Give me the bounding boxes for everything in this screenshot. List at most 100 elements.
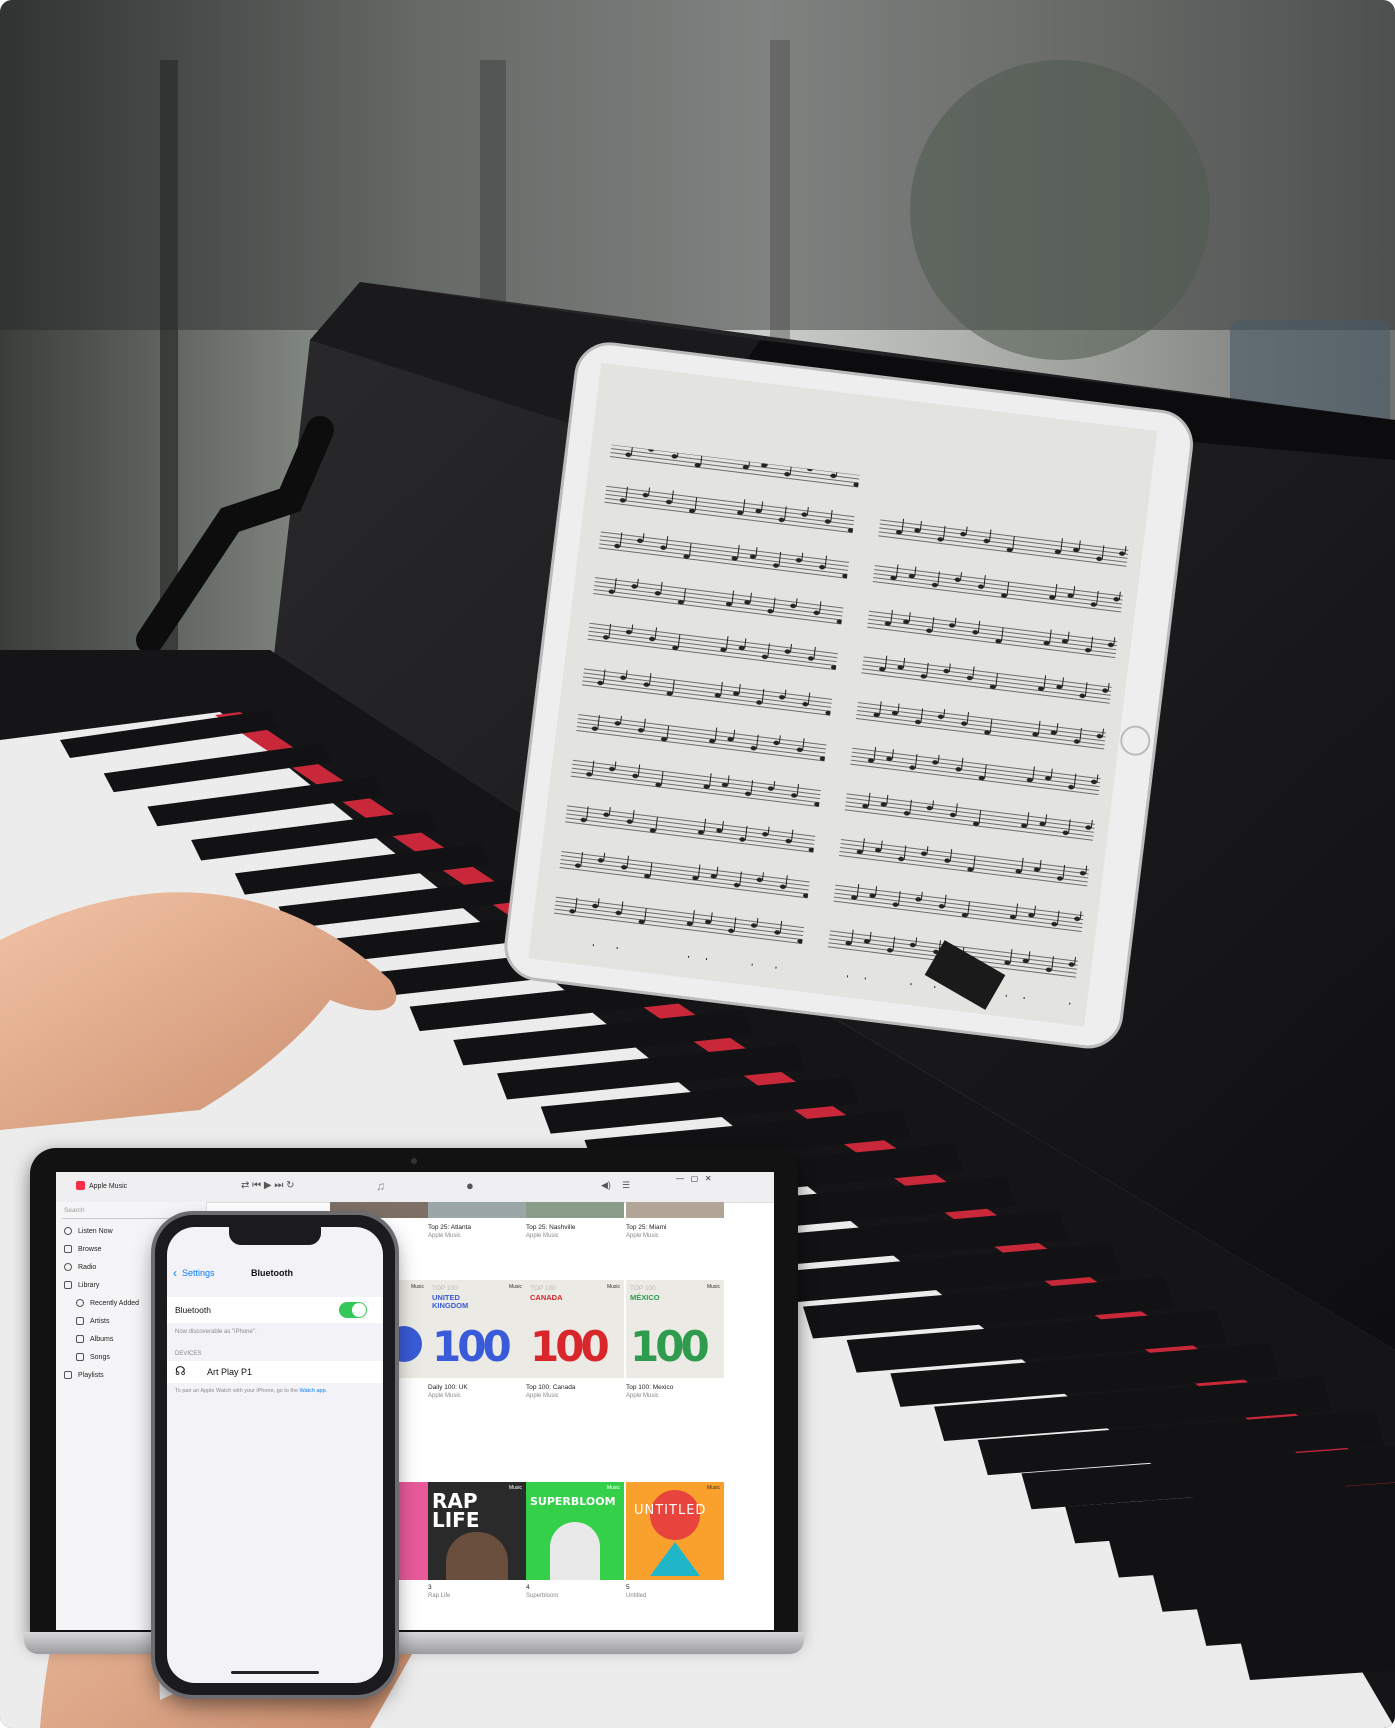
- sidebar-item-songs[interactable]: Songs: [76, 1350, 110, 1364]
- top100-card-uk[interactable]: Music TOP 100 UNITED KINGDOM 100: [428, 1280, 526, 1378]
- card-number: 4: [526, 1584, 530, 1591]
- card-badge: Music: [508, 1485, 522, 1491]
- window-controls-icon[interactable]: — ▢ ✕: [676, 1175, 712, 1183]
- card-subtitle: Apple Music: [626, 1233, 659, 1239]
- playlist-card-superbloom[interactable]: Music SUPERBLOOM: [526, 1482, 624, 1580]
- sidebar-item-browse[interactable]: Browse: [64, 1242, 101, 1256]
- sidebar-label: Songs: [90, 1353, 110, 1361]
- top100-card-mexico[interactable]: Music TOP 100 MÉXICO 100: [626, 1280, 724, 1378]
- radio-icon: [64, 1263, 72, 1271]
- card-title: Top 100: Mexico: [626, 1384, 674, 1391]
- home-indicator: [231, 1671, 319, 1674]
- sidebar-item-library[interactable]: Library: [64, 1278, 99, 1292]
- apple-music-titlebar: Apple Music ⇄ ⏮ ▶ ⏭ ↻ ♫ ● ◀) ☰ — ▢ ✕: [56, 1172, 774, 1203]
- card-badge: Music: [606, 1485, 620, 1491]
- playlist-card-untitled[interactable]: Music UNTITLED: [626, 1482, 724, 1580]
- apple-music-app-icon: [76, 1181, 85, 1190]
- card-prefix: TOP 100: [530, 1285, 556, 1292]
- card-title: Top 25: Atlanta: [428, 1224, 472, 1231]
- laptop-bezel: Apple Music ⇄ ⏮ ▶ ⏭ ↻ ♫ ● ◀) ☰ — ▢ ✕ Sea…: [30, 1148, 798, 1640]
- search-placeholder: Search: [64, 1207, 85, 1214]
- sidebar-item-listen-now[interactable]: Listen Now: [64, 1224, 113, 1238]
- playback-controls-icon[interactable]: ⇄ ⏮ ▶ ⏭ ↻: [241, 1181, 295, 1191]
- laptop: Apple Music ⇄ ⏮ ▶ ⏭ ↻ ♫ ● ◀) ☰ — ▢ ✕ Sea…: [24, 1148, 804, 1656]
- card-region: CANADA: [530, 1293, 563, 1302]
- sidebar-item-recently-added[interactable]: Recently Added: [76, 1296, 139, 1310]
- album-icon: [76, 1335, 84, 1343]
- footer-prefix: To pair an Apple Watch with your iPhone,…: [175, 1388, 299, 1394]
- smartphone: ‹ Settings Bluetooth Bluetooth Now disco…: [155, 1215, 395, 1695]
- search-input[interactable]: Search: [62, 1206, 180, 1219]
- sidebar-item-albums[interactable]: Albums: [76, 1332, 113, 1346]
- card-badge: Music: [706, 1485, 720, 1491]
- top25-card[interactable]: [626, 1202, 724, 1218]
- grid-icon: [64, 1245, 72, 1253]
- bluetooth-switch[interactable]: [339, 1302, 367, 1318]
- discoverable-text: Now discoverable as "iPhone".: [175, 1329, 257, 1335]
- sidebar-item-radio[interactable]: Radio: [64, 1260, 96, 1274]
- card-subtitle: Apple Music: [428, 1393, 461, 1399]
- card-title: Top 25: Miami: [626, 1224, 667, 1231]
- artist-photo: [550, 1522, 600, 1580]
- card-region-line2: KINGDOM: [432, 1301, 469, 1310]
- bluetooth-label: Bluetooth: [175, 1305, 211, 1315]
- big-100-graphic: 100: [530, 1322, 610, 1371]
- playlist-icon: [64, 1371, 72, 1379]
- switch-knob: [352, 1303, 366, 1317]
- phone-screen: ‹ Settings Bluetooth Bluetooth Now disco…: [167, 1227, 383, 1683]
- card-subtitle: Apple Music: [428, 1233, 461, 1239]
- playlist-art-text: RAP LIFE: [432, 1489, 480, 1532]
- sidebar-label: Recently Added: [90, 1299, 140, 1307]
- card-region: MÉXICO: [630, 1293, 660, 1302]
- apple-logo-icon: ●: [466, 1178, 474, 1193]
- device-row[interactable]: ☊ Art Play P1: [167, 1361, 383, 1383]
- card-subtitle: Apple Music: [526, 1233, 559, 1239]
- card-number: 5: [626, 1584, 630, 1591]
- card-title: Rap Life: [428, 1593, 451, 1599]
- microphone-icon: [76, 1317, 84, 1325]
- page-title: Bluetooth: [251, 1268, 293, 1278]
- phone-notch: [229, 1227, 321, 1245]
- card-title: Superbloom: [526, 1593, 559, 1599]
- top100-card-canada[interactable]: Music TOP 100 CANADA 100: [526, 1280, 624, 1378]
- triangle-graphic: [650, 1542, 700, 1576]
- back-button[interactable]: Settings: [182, 1269, 215, 1278]
- card-title: Daily 100: UK: [428, 1384, 468, 1391]
- big-100-graphic: 100: [630, 1322, 710, 1371]
- app-title: Apple Music: [89, 1183, 128, 1190]
- sidebar-item-artists[interactable]: Artists: [76, 1314, 109, 1328]
- sidebar-label: Listen Now: [78, 1227, 113, 1235]
- sidebar-item-playlists[interactable]: Playlists: [64, 1368, 104, 1382]
- footer-text: To pair an Apple Watch with your iPhone,…: [175, 1388, 328, 1395]
- playlist-art-text: UNTITLED: [634, 1503, 707, 1518]
- card-subtitle: Apple Music: [526, 1393, 559, 1399]
- top25-card[interactable]: [428, 1202, 526, 1218]
- playlist-art-text: SUPERBLOOM: [530, 1495, 616, 1508]
- card-prefix: TOP 100: [432, 1285, 458, 1292]
- artist-photo: [446, 1532, 508, 1580]
- device-name: Art Play P1: [207, 1367, 253, 1377]
- sidebar-label: Albums: [90, 1335, 114, 1343]
- watch-app-link[interactable]: Watch app.: [300, 1388, 328, 1394]
- top25-card[interactable]: [526, 1202, 624, 1218]
- card-number: 3: [428, 1584, 432, 1591]
- card-badge: Music: [706, 1284, 720, 1290]
- card-title: Untitled: [626, 1593, 647, 1599]
- sidebar-label: Browse: [78, 1245, 102, 1253]
- laptop-camera: [411, 1158, 417, 1164]
- card-badge: Music: [410, 1284, 424, 1290]
- music-note-icon: ♫: [376, 1179, 385, 1193]
- big-100-graphic: 100: [432, 1322, 512, 1371]
- bluetooth-toggle-row: Bluetooth: [167, 1297, 383, 1323]
- back-chevron-icon[interactable]: ‹: [173, 1267, 177, 1279]
- playlist-card-rap-life[interactable]: Music RAP LIFE: [428, 1482, 526, 1580]
- play-circle-icon: [64, 1227, 72, 1235]
- card-prefix: TOP 100: [630, 1285, 656, 1292]
- volume-icon[interactable]: ◀): [601, 1181, 611, 1190]
- sidebar-label: Radio: [78, 1263, 97, 1271]
- sidebar-label: Playlists: [78, 1371, 104, 1379]
- card-badge: Music: [606, 1284, 620, 1290]
- queue-icon[interactable]: ☰: [622, 1181, 630, 1190]
- card-subtitle: Apple Music: [626, 1393, 659, 1399]
- card-title: Top 25: Nashville: [526, 1224, 576, 1231]
